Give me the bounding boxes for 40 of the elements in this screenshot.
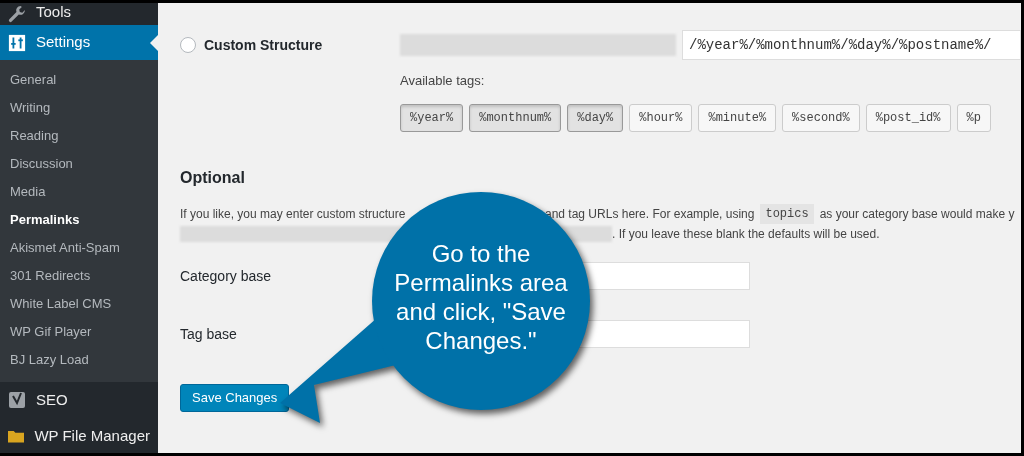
submenu-item[interactable]: Media: [0, 178, 158, 206]
tag-button[interactable]: %p: [956, 104, 991, 132]
tag-button[interactable]: %day%: [567, 104, 624, 132]
code-sample: topics: [760, 204, 814, 224]
submenu-item[interactable]: General: [0, 66, 158, 94]
help-text: . If you leave these blank the defaults will be used.: [612, 226, 880, 243]
tags-label: Available tags:: [400, 73, 485, 88]
tag-button[interactable]: %minute%: [698, 104, 777, 132]
tag-button[interactable]: %year%: [400, 104, 464, 132]
tag-button[interactable]: %monthnum%: [469, 104, 562, 132]
submenu-item[interactable]: 301 Redirects: [0, 262, 158, 290]
submenu-item[interactable]: BJ Lazy Load: [0, 346, 158, 374]
wrench-icon: [8, 5, 26, 23]
submenu-item[interactable]: WP Gif Player: [0, 318, 158, 346]
tag-button[interactable]: %second%: [782, 104, 860, 132]
help-text: If you like, you may enter custom structure: [180, 207, 406, 221]
save-button[interactable]: Save Changes: [180, 384, 290, 412]
submenu-item[interactable]: Akismet Anti-Spam: [0, 234, 158, 262]
structure-field[interactable]: /%year%/%monthnum%/%day%/%postname%/: [682, 30, 1021, 60]
field-label: Tag base: [180, 326, 237, 342]
option-label: Custom Structure: [204, 35, 323, 55]
submenu-item[interactable]: Reading: [0, 122, 158, 150]
sliders-icon: [8, 33, 26, 52]
callout-tooltip-text: Go to the Permalinks area and click, "Save Changes.": [393, 239, 569, 355]
menu-item[interactable]: SEO: [36, 388, 68, 412]
tag-button[interactable]: %hour%: [629, 104, 693, 132]
current-pointer-icon: [150, 35, 158, 51]
submenu-item[interactable]: Permalinks: [0, 206, 158, 234]
submenu-item[interactable]: White Label CMS: [0, 290, 158, 318]
tag-button[interactable]: %post_id%: [865, 104, 951, 132]
menu-item[interactable]: Tools: [36, 3, 72, 23]
submenu-item[interactable]: Discussion: [0, 150, 158, 178]
submenu-item[interactable]: Writing: [0, 94, 158, 122]
menu-item[interactable]: WP File Manager: [34, 424, 150, 448]
folder-icon: [8, 428, 25, 444]
field-label: Category base: [180, 268, 272, 284]
section-heading: Optional: [180, 168, 246, 188]
radio-button[interactable]: [180, 37, 196, 53]
help-text: as your category base would make y: [819, 206, 1015, 223]
menu-item[interactable]: Settings: [0, 25, 158, 60]
